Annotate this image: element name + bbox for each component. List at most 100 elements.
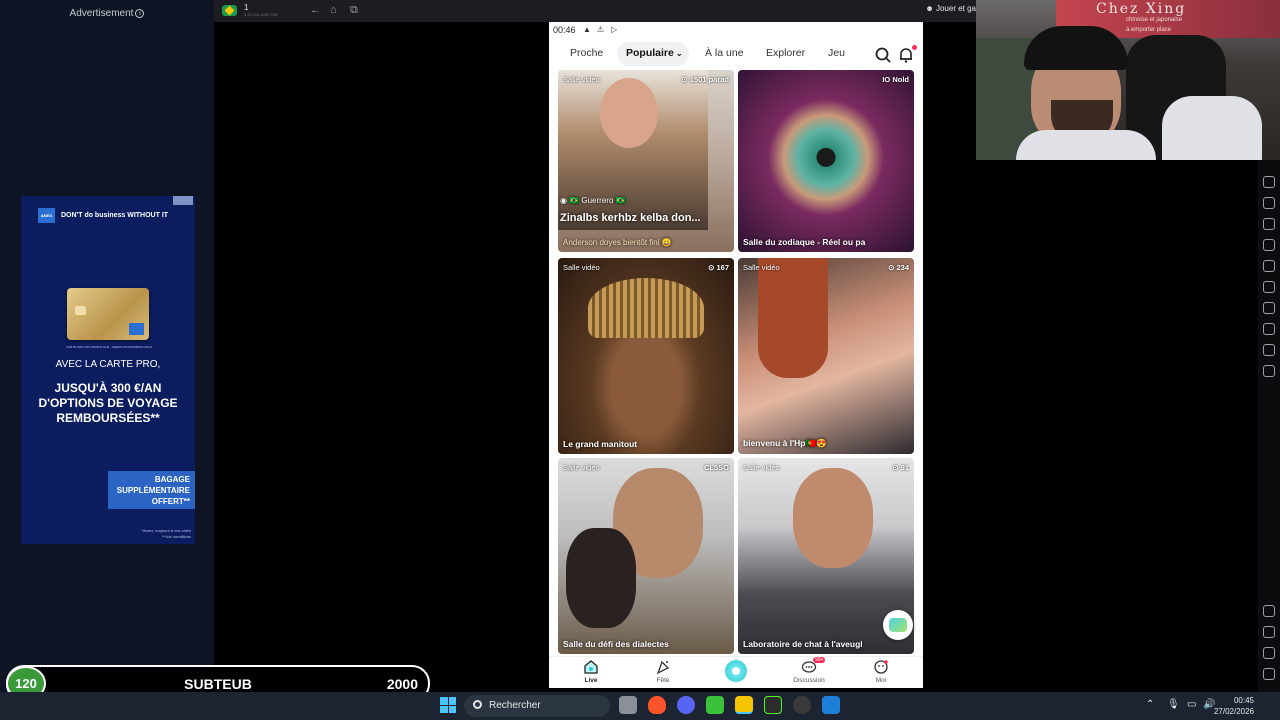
top-tabs: Proche Populaire ⌄ À la une Explorer Jeu — [549, 38, 923, 70]
live-room-card[interactable]: IO Nold Salle du zodiaque - Réel ou pa — [738, 70, 914, 252]
room-caption: Salle du zodiaque - Réel ou pa — [743, 237, 866, 247]
windows-taskbar: Rechercher ⌃ 🎙 ▭ 🔊 00:45 27/02/2026 — [0, 692, 1280, 720]
clock-date: 27/02/2026 — [1213, 707, 1254, 716]
game-center-fab-icon[interactable] — [883, 610, 913, 640]
gamepad-icon: ☻ — [925, 4, 934, 13]
tab-populaire-label: Populaire — [626, 47, 674, 59]
stats-icon[interactable] — [1263, 176, 1275, 188]
emulator-toolbar — [1258, 160, 1280, 692]
macro-icon[interactable] — [1263, 302, 1275, 314]
discord-icon[interactable] — [677, 696, 695, 714]
gallery-icon[interactable] — [1263, 239, 1275, 251]
info-icon[interactable]: i — [135, 8, 145, 18]
kick-icon[interactable] — [764, 696, 782, 714]
taskbar-search[interactable]: Rechercher — [464, 695, 610, 717]
ad-banner[interactable]: AMEX DON'T do business WITHOUT IT CARTE … — [21, 196, 195, 544]
search-icon[interactable] — [874, 46, 892, 64]
recents-icon[interactable] — [1263, 668, 1275, 680]
tray-chevron-icon[interactable]: ⌃ — [1146, 699, 1154, 710]
warning-icon: ▲ — [583, 25, 591, 34]
viewer-count-value: 167 — [716, 263, 729, 272]
screenshot-icon[interactable] — [1263, 197, 1275, 209]
live-room-card[interactable]: Salle vidéo ⊙ 167 Le grand manitout — [558, 258, 734, 454]
clock-time: 00:45 — [1233, 696, 1254, 705]
live-room-card[interactable]: Salle vidéo ⊙ 234 bienvenu à l'Hp🇵🇹😍 — [738, 258, 914, 454]
status-bar: 00:46 ▲ ⚠ ▷ — [549, 22, 923, 38]
tab-subtitle: 4.22.110.1037.P44 — [244, 12, 278, 17]
home-icon[interactable] — [1263, 647, 1275, 659]
tab-proche[interactable]: Proche — [570, 47, 603, 59]
room-type-badge: Salle vidéo — [743, 263, 780, 272]
unread-badge: 99+ — [813, 657, 826, 663]
nav-fete[interactable]: Fête — [643, 659, 683, 684]
streamer-face — [600, 78, 658, 148]
alert-icon: ⚠ — [597, 25, 605, 34]
tab-populaire[interactable]: Populaire ⌄ — [626, 47, 683, 59]
ad-brand: AMEX DON'T do business WITHOUT IT — [38, 208, 168, 223]
nav-moi[interactable]: Moi — [861, 659, 901, 684]
viewer-count: ⊙ 234 — [888, 263, 909, 272]
sync-icon[interactable] — [1263, 365, 1275, 377]
ad-tagline: DON'T do business WITHOUT IT — [61, 212, 169, 219]
browser-tab-strip: 1 4.22.110.1037.P44 ← ⌂ ⧉ ☻ Jouer et ga — [214, 0, 976, 22]
card-chip-icon — [75, 306, 86, 315]
apk-icon[interactable] — [1263, 344, 1275, 356]
status-time: 00:46 — [553, 25, 576, 35]
home-icon[interactable]: ⌂ — [330, 4, 337, 16]
notifications-button[interactable] — [897, 45, 917, 64]
windows-start-icon[interactable] — [440, 697, 456, 713]
live-room-card[interactable]: Salle vidéo ⊙ 1501 parad ◉ 🇧🇷 Guerrero 🇧… — [558, 70, 734, 252]
nav-discussion[interactable]: 99+ Discussion — [789, 657, 829, 684]
windows-icon[interactable]: ⧉ — [350, 4, 358, 17]
settings-icon[interactable] — [1263, 605, 1275, 617]
live-room-card[interactable]: Salle vidéo CL5SO Salle du défi des dial… — [558, 458, 734, 654]
nav-discussion-label: Discussion — [793, 677, 825, 684]
room-type-badge: Salle vidéo — [563, 463, 600, 472]
record-icon[interactable] — [1263, 218, 1275, 230]
ad-label-text: Advertisement — [69, 8, 134, 19]
amex-logo-icon: AMEX — [38, 208, 55, 223]
multi-instance-icon[interactable] — [1263, 281, 1275, 293]
ad-badge[interactable]: BAGAGE SUPPLÉMENTAIRE OFFERT** — [108, 471, 195, 509]
ad-close-icon[interactable] — [173, 196, 193, 205]
nav-live[interactable]: Live — [571, 659, 611, 684]
screen: Advertisement i AMEX DON'T do business WI… — [0, 0, 1280, 720]
search-placeholder: Rechercher — [489, 700, 541, 711]
display-icon[interactable]: ▭ — [1187, 699, 1196, 710]
viewer-count-value: 91 — [900, 463, 909, 472]
green-app-icon[interactable] — [706, 696, 724, 714]
brave-browser-icon[interactable] — [648, 696, 666, 714]
ad-legal-2: **Voir conditions — [161, 534, 191, 539]
play-store-icon: ▷ — [611, 25, 618, 34]
tab-explorer[interactable]: Explorer — [766, 47, 805, 59]
tab-jeu[interactable]: Jeu — [828, 47, 845, 59]
sign-text: Chez Xing — [1096, 1, 1187, 17]
play-link-text: Jouer et ga — [935, 4, 976, 13]
back-arrow-icon[interactable]: ← — [310, 4, 321, 16]
hair-image — [758, 258, 828, 378]
controls-icon[interactable] — [1263, 260, 1275, 272]
home-live-icon — [584, 660, 598, 674]
obs-icon[interactable] — [793, 696, 811, 714]
room-type-badge: Salle vidéo — [563, 263, 600, 272]
microphone-icon[interactable]: 🎙 — [1167, 699, 1180, 710]
system-clock[interactable]: 00:45 27/02/2026 — [1214, 695, 1254, 717]
viewer-count: CL5SO — [703, 463, 729, 472]
location-icon[interactable] — [1263, 323, 1275, 335]
go-live-camera-icon[interactable] — [725, 660, 747, 682]
editor-icon[interactable] — [822, 696, 840, 714]
play-link[interactable]: ☻ Jouer et ga — [925, 4, 976, 13]
ad-card-fineprint: CARTE PRO AIR FRANCE KLM - AMERICAN EXPR… — [66, 345, 152, 349]
viewer-count: ⊙ 167 — [708, 263, 729, 272]
file-explorer-icon[interactable] — [619, 696, 637, 714]
viewers-icon: ⊙ — [681, 75, 690, 84]
tab-title[interactable]: 1 — [244, 3, 248, 12]
sign-subtext-2: à emporter place — [1126, 27, 1172, 33]
viewer-count: ⊙ 91 — [892, 463, 909, 472]
credit-card-image — [67, 288, 149, 340]
back-icon[interactable] — [1263, 626, 1275, 638]
avatar: ◉ — [560, 196, 570, 205]
tab-a-la-une[interactable]: À la une — [705, 47, 744, 59]
bluestacks-icon[interactable] — [735, 696, 753, 714]
room-caption: bienvenu à l'Hp🇵🇹😍 — [743, 438, 827, 448]
